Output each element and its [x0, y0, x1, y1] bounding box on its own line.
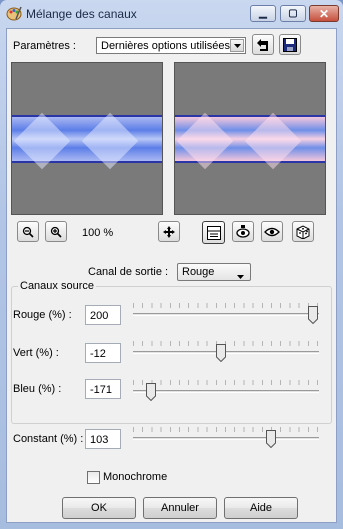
- blue-channel-value: -171: [90, 384, 113, 396]
- reset-button[interactable]: [252, 34, 274, 55]
- slider-thumb[interactable]: [308, 306, 318, 324]
- ok-button[interactable]: OK: [62, 497, 136, 519]
- title-bar[interactable]: Mélange des canaux ▁ ▢ ✕: [0, 0, 343, 28]
- green-channel-label: Vert (%) :: [13, 347, 59, 359]
- constant-value: 103: [90, 434, 109, 446]
- slider-thumb[interactable]: [215, 344, 226, 362]
- output-channel-select[interactable]: Rouge: [177, 263, 251, 281]
- zoom-in-button[interactable]: [45, 221, 67, 242]
- green-channel-slider[interactable]: [133, 341, 319, 365]
- minimize-button[interactable]: ▁: [250, 5, 276, 22]
- constant-slider[interactable]: [133, 427, 319, 451]
- output-channel-value: Rouge: [182, 266, 215, 278]
- eye-icon: [264, 227, 280, 236]
- blue-channel-input[interactable]: -171: [85, 379, 121, 399]
- constant-label: Constant (%) :: [13, 433, 84, 445]
- close-button[interactable]: ✕: [309, 5, 339, 22]
- preview-before[interactable]: [11, 62, 163, 215]
- cancel-button[interactable]: Annuler: [143, 497, 217, 519]
- zoom-level: 100 %: [82, 227, 114, 239]
- chevron-down-icon: [237, 270, 244, 282]
- constant-input[interactable]: 103: [85, 429, 121, 449]
- help-button-label: Aide: [249, 502, 273, 514]
- minimize-icon: ▁: [259, 7, 267, 19]
- cancel-button-label: Annuler: [161, 502, 199, 514]
- help-button[interactable]: Aide: [224, 497, 298, 519]
- zoom-out-button[interactable]: [17, 221, 39, 242]
- layout-icon: [206, 225, 221, 240]
- monochrome-checkbox[interactable]: [87, 471, 100, 484]
- red-channel-slider[interactable]: [133, 303, 319, 327]
- floppy-disk-icon: [283, 37, 297, 52]
- preview-before-image: [12, 112, 162, 170]
- chevron-down-icon: [230, 39, 244, 52]
- undo-arrow-icon: [257, 38, 268, 51]
- params-select-value: Dernières options utilisées: [101, 40, 231, 52]
- dice-icon: [296, 224, 310, 239]
- output-channel-label: Canal de sortie :: [88, 266, 169, 278]
- source-channels-title: Canaux source: [18, 280, 96, 292]
- red-channel-value: 200: [90, 310, 109, 322]
- blue-channel-slider[interactable]: [133, 380, 319, 404]
- slider-thumb[interactable]: [146, 383, 157, 401]
- move-icon: [163, 225, 175, 238]
- green-channel-input[interactable]: -12: [85, 343, 121, 363]
- green-channel-value: -12: [90, 348, 106, 360]
- dialog-window: Mélange des canaux ▁ ▢ ✕ Paramètres : De…: [0, 0, 343, 529]
- preview-after-image: [175, 112, 325, 170]
- ok-button-label: OK: [91, 502, 107, 514]
- save-preset-button[interactable]: [279, 34, 301, 55]
- dialog-content: Paramètres : Dernières options utilisées: [6, 28, 337, 523]
- monochrome-label[interactable]: Monochrome: [103, 471, 167, 483]
- params-select[interactable]: Dernières options utilisées: [96, 37, 246, 54]
- auto-proof-button[interactable]: [261, 221, 283, 242]
- zoom-in-icon: [50, 226, 62, 238]
- proof-button[interactable]: [232, 221, 254, 242]
- randomize-button[interactable]: [292, 221, 314, 242]
- slider-thumb[interactable]: [266, 430, 277, 448]
- params-label: Paramètres :: [13, 40, 76, 52]
- preview-after: [174, 62, 326, 215]
- blue-channel-label: Bleu (%) :: [13, 383, 62, 395]
- zoom-out-icon: [22, 226, 34, 238]
- palette-icon: [6, 6, 22, 21]
- preview-layout-button[interactable]: [202, 221, 225, 244]
- close-icon: ✕: [318, 6, 330, 21]
- eye-lock-icon: [236, 224, 250, 238]
- red-channel-label: Rouge (%) :: [13, 309, 72, 321]
- maximize-icon: ▢: [288, 7, 298, 19]
- pan-button[interactable]: [158, 221, 180, 242]
- maximize-button[interactable]: ▢: [280, 5, 306, 22]
- red-channel-input[interactable]: 200: [85, 305, 121, 325]
- window-title: Mélange des canaux: [26, 7, 137, 21]
